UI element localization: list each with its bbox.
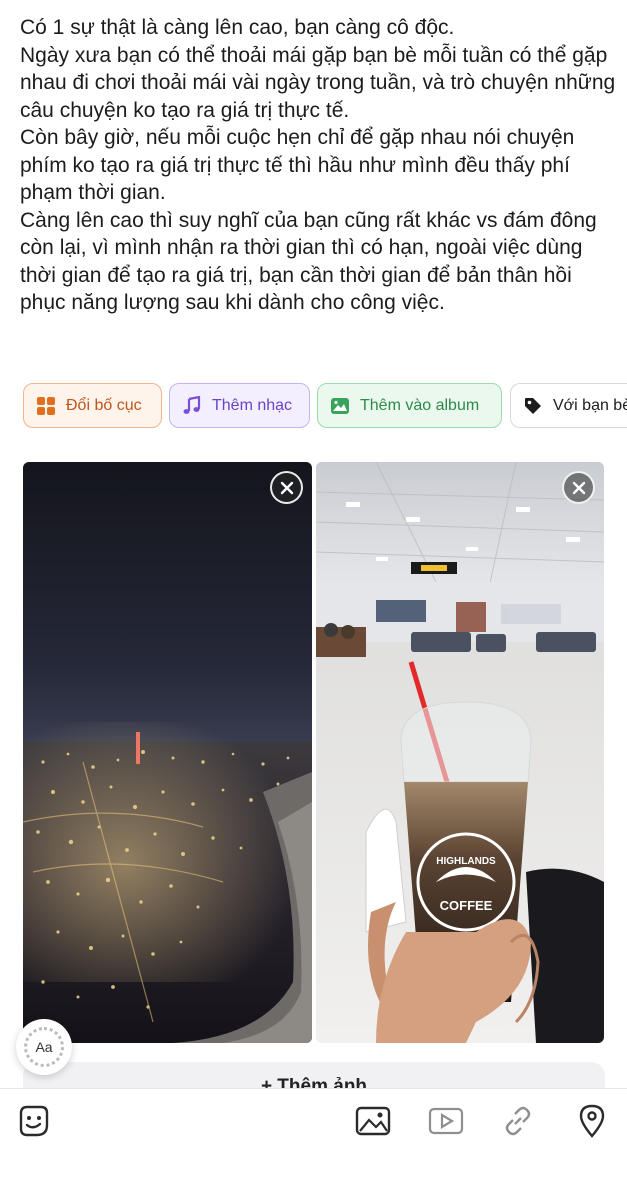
action-chips: Đổi bố cục Thêm nhạc Thêm vào album Với … [23,383,627,429]
post-text[interactable]: Có 1 sự thật là càng lên cao, bạn càng c… [20,14,620,317]
music-note-icon [182,395,202,416]
tag-friends-button[interactable]: Với bạn bè [510,383,627,428]
add-to-album-button[interactable]: Thêm vào album [317,383,502,428]
tag-icon [523,396,543,416]
video-icon[interactable] [426,1103,466,1139]
change-layout-label: Đổi bố cục [66,396,142,414]
link-icon[interactable] [498,1103,538,1139]
text-style-label: Aa [24,1027,64,1067]
grid-icon [36,396,56,416]
remove-photo-button[interactable] [270,471,303,504]
remove-photo-button[interactable] [562,471,595,504]
tag-friends-label: Với bạn bè [553,396,627,414]
cup-brand-bottom: COFFEE [440,898,493,913]
change-layout-button[interactable]: Đổi bố cục [23,383,162,428]
add-music-label: Thêm nhạc [212,396,293,414]
cup-brand-top: HIGHLANDS [436,856,496,867]
image-icon[interactable] [353,1103,393,1139]
location-icon[interactable] [572,1103,612,1139]
album-image-icon [330,396,350,416]
close-icon [572,481,586,495]
photo-night-city[interactable] [23,462,312,1043]
bottom-toolbar [0,1088,627,1200]
add-music-button[interactable]: Thêm nhạc [169,383,310,428]
sticker-icon[interactable] [13,1103,53,1139]
text-style-button[interactable]: Aa [16,1019,72,1075]
photo-coffee-airport[interactable]: HIGHLANDS COFFEE [316,462,604,1043]
add-to-album-label: Thêm vào album [360,396,480,414]
close-icon [280,481,294,495]
